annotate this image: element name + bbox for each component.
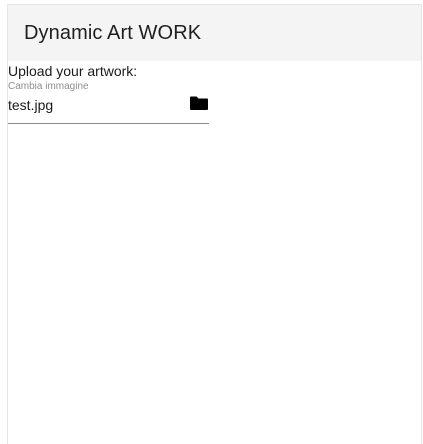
upload-label: Upload your artwork:	[8, 63, 138, 79]
app-frame: Dynamic Art WORK Upload your artwork: Ca…	[7, 4, 422, 444]
file-name-value[interactable]: test.jpg	[8, 97, 53, 113]
file-field-hint: Cambia immagine	[8, 81, 89, 92]
folder-icon[interactable]	[189, 95, 209, 111]
app-title: Dynamic Art WORK	[24, 22, 202, 44]
app-header: Dynamic Art WORK	[8, 5, 421, 61]
file-upload-field[interactable]: Cambia immagine test.jpg	[8, 81, 209, 124]
